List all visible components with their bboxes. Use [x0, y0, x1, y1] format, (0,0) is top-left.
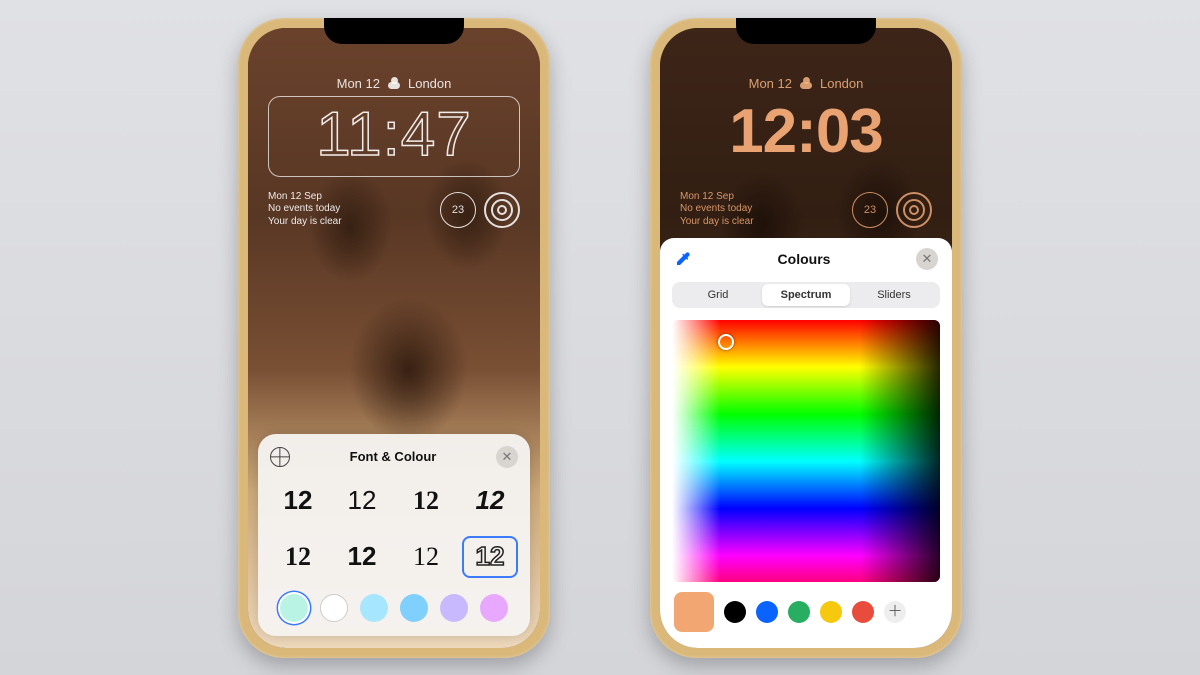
swatch-3[interactable] — [360, 594, 388, 622]
preset-5[interactable] — [852, 601, 874, 623]
font-option-1[interactable]: 12 — [270, 480, 326, 522]
activity-widget[interactable] — [484, 192, 520, 228]
notch — [736, 18, 876, 44]
swatch-2[interactable] — [320, 594, 348, 622]
colour-swatch-row — [270, 594, 518, 622]
panel-header: Colours ✕ — [660, 238, 952, 276]
phone-left: Mon 12 London 11:47 Mon 12 Sep No events… — [238, 18, 550, 658]
location-text: London — [820, 76, 863, 91]
temp-widget[interactable]: 23 — [852, 192, 888, 228]
font-option-5[interactable]: 12 — [270, 536, 326, 578]
preset-1[interactable] — [724, 601, 746, 623]
font-option-4[interactable]: 12 — [462, 480, 518, 522]
tab-spectrum[interactable]: Spectrum — [762, 284, 850, 306]
preset-3[interactable] — [788, 601, 810, 623]
lock-clock[interactable]: 12:03 — [680, 96, 932, 167]
calendar-line2: Your day is clear — [268, 216, 432, 229]
colour-mode-segmented[interactable]: Grid Spectrum Sliders — [672, 282, 940, 308]
font-option-6[interactable]: 12 — [334, 536, 390, 578]
close-button[interactable]: ✕ — [496, 446, 518, 468]
calendar-line2: Your day is clear — [680, 216, 844, 229]
swatch-6[interactable] — [480, 594, 508, 622]
calendar-widget[interactable]: Mon 12 Sep No events today Your day is c… — [680, 191, 844, 229]
preset-4[interactable] — [820, 601, 842, 623]
spectrum-cursor[interactable] — [718, 334, 734, 350]
font-grid: 12 12 12 12 12 12 12 12 — [270, 480, 518, 578]
phone-right: Mon 12 London 12:03 Mon 12 Sep No events… — [650, 18, 962, 658]
spectrum-picker[interactable] — [672, 320, 940, 582]
colours-panel: Colours ✕ Grid Spectrum Sliders ＋ — [660, 238, 952, 648]
current-colour[interactable] — [674, 592, 714, 632]
font-option-2[interactable]: 12 — [334, 480, 390, 522]
activity-widget[interactable] — [896, 192, 932, 228]
sheet-header: Font & Colour ✕ — [270, 446, 518, 468]
calendar-date: Mon 12 Sep — [680, 191, 844, 204]
calendar-widget[interactable]: Mon 12 Sep No events today Your day is c… — [268, 191, 432, 229]
widget-strip[interactable]: Mon 12 Sep No events today Your day is c… — [680, 186, 932, 234]
font-colour-sheet: Font & Colour ✕ 12 12 12 12 12 12 12 12 — [258, 434, 530, 636]
eyedropper-icon[interactable] — [674, 250, 692, 268]
font-option-8[interactable]: 12 — [462, 536, 518, 578]
close-button[interactable]: ✕ — [916, 248, 938, 270]
location-text: London — [408, 76, 451, 91]
tab-grid[interactable]: Grid — [674, 284, 762, 306]
date-text: Mon 12 — [749, 76, 792, 91]
panel-title: Colours — [692, 251, 916, 267]
lock-clock[interactable]: 11:47 — [268, 96, 520, 177]
swatch-1[interactable] — [280, 594, 308, 622]
date-weather-line: Mon 12 London — [660, 76, 952, 91]
add-colour-button[interactable]: ＋ — [884, 601, 906, 623]
preset-2[interactable] — [756, 601, 778, 623]
screen-left: Mon 12 London 11:47 Mon 12 Sep No events… — [248, 28, 540, 648]
cloud-icon — [386, 77, 402, 89]
date-text: Mon 12 — [337, 76, 380, 91]
calendar-date: Mon 12 Sep — [268, 191, 432, 204]
tab-sliders[interactable]: Sliders — [850, 284, 938, 306]
sheet-title: Font & Colour — [290, 449, 496, 464]
font-option-7[interactable]: 12 — [398, 536, 454, 578]
font-option-3[interactable]: 12 — [398, 480, 454, 522]
temp-widget[interactable]: 23 — [440, 192, 476, 228]
widget-strip[interactable]: Mon 12 Sep No events today Your day is c… — [268, 186, 520, 234]
calendar-line1: No events today — [268, 203, 432, 216]
globe-icon[interactable] — [270, 447, 290, 467]
swatch-5[interactable] — [440, 594, 468, 622]
calendar-line1: No events today — [680, 203, 844, 216]
date-weather-line: Mon 12 London — [248, 76, 540, 91]
screen-right: Mon 12 London 12:03 Mon 12 Sep No events… — [660, 28, 952, 648]
swatch-4[interactable] — [400, 594, 428, 622]
cloud-icon — [798, 77, 814, 89]
preset-row: ＋ — [660, 592, 952, 648]
notch — [324, 18, 464, 44]
